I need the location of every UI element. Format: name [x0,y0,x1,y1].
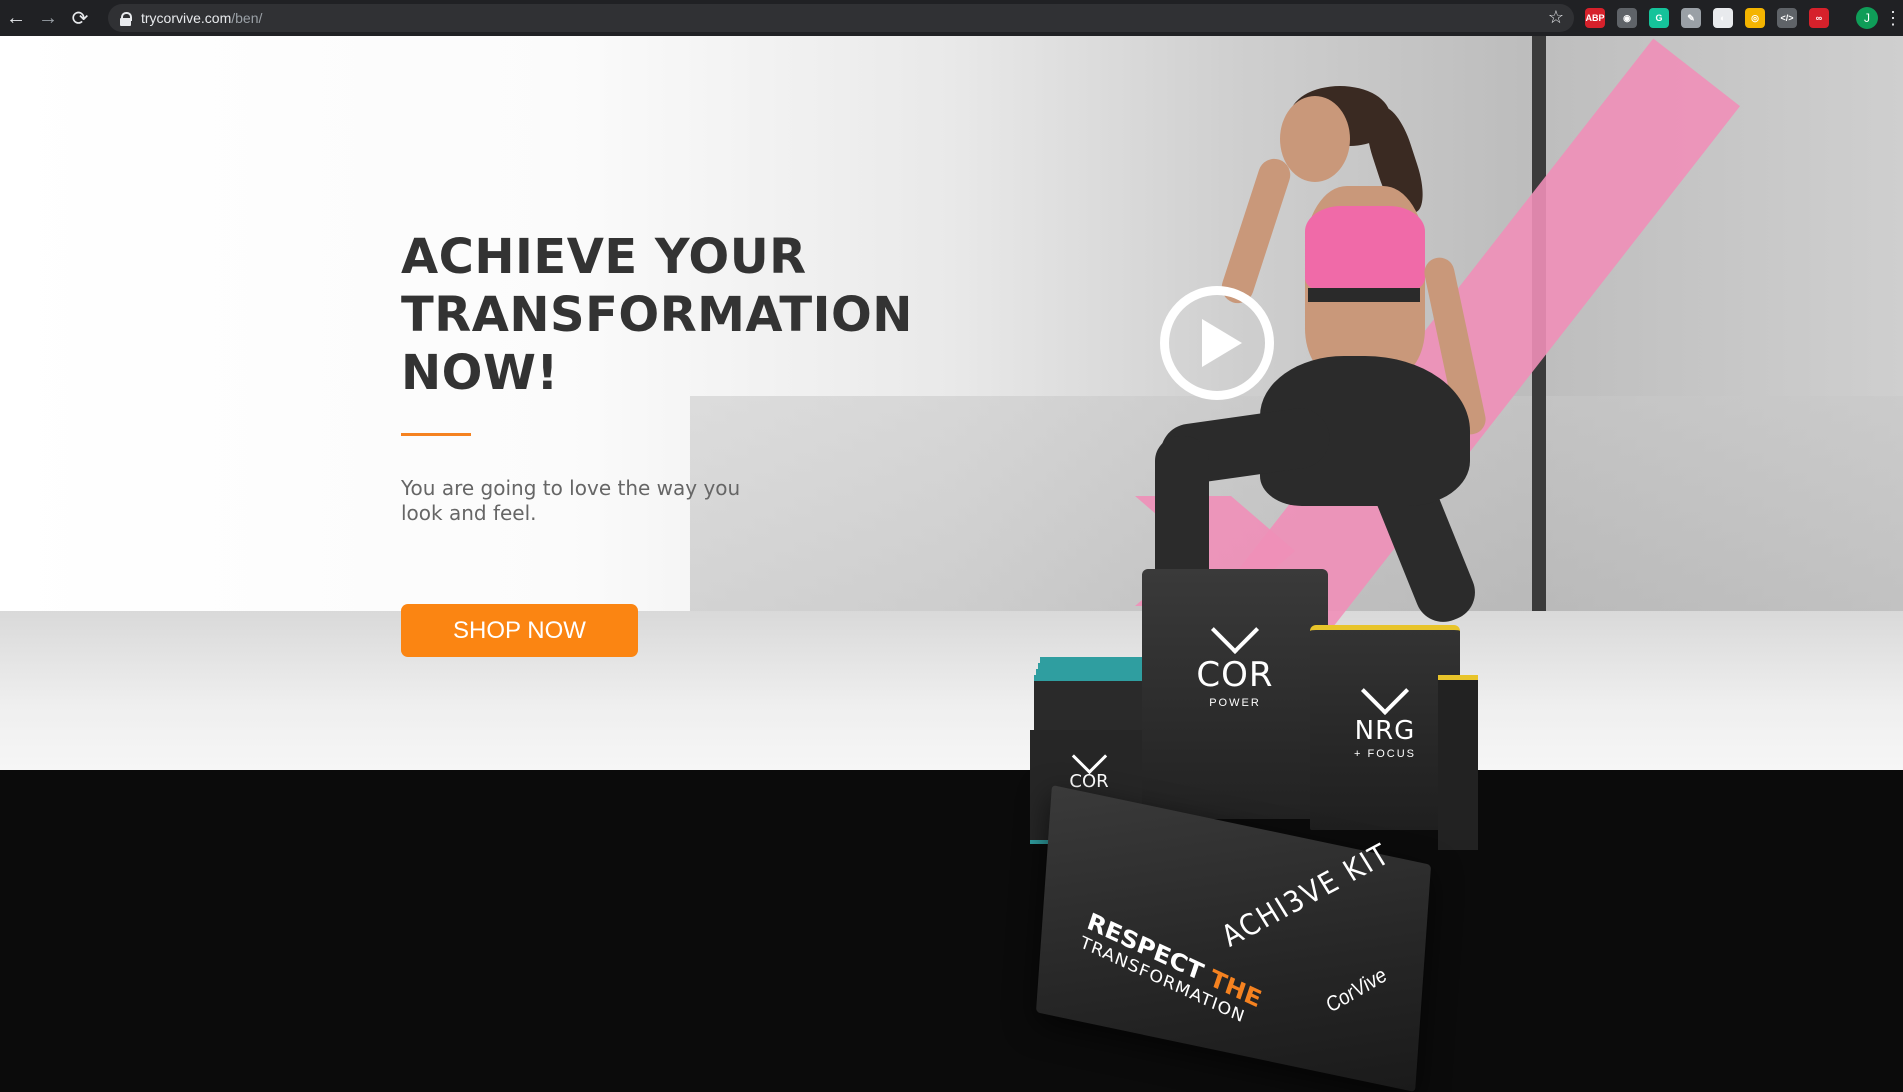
achieve-kit-box: ACHI3VE KIT RESPECT THE TRANSFORMATION Co… [1035,785,1432,1092]
product-bundle-image: COR COR POWER NRG + FOCUS ACHI3VE KIT RE… [1030,565,1480,1092]
extensions-bar: ABP ◉ G ✎ ◐ ◎ </> ∞ [1585,0,1829,36]
forward-icon[interactable]: → [32,0,64,36]
reload-icon[interactable]: ⟳ [64,0,96,36]
adblock-plus-icon[interactable]: ABP [1585,8,1605,28]
color-picker-icon[interactable]: ◐ [1713,8,1733,28]
chrome-ext-icon[interactable]: ◎ [1745,8,1765,28]
browser-menu-icon[interactable]: ⋮ [1884,0,1902,36]
corvive-logo-icon [1210,605,1260,655]
camera-icon[interactable]: ◉ [1617,8,1637,28]
url-text: trycorvive.com/ben/ [141,10,263,26]
hero-headline: ACHIEVE YOUR TRANSFORMATION NOW! [401,229,913,401]
corvive-logo-icon [1071,738,1107,775]
address-bar[interactable]: trycorvive.com/ben/ ☆ [108,4,1574,32]
back-icon[interactable]: ← [0,0,32,36]
code-icon[interactable]: </> [1777,8,1797,28]
play-icon [1202,319,1242,367]
shop-now-button[interactable]: SHOP NOW [401,604,638,657]
hero-subtext: You are going to love the way you look a… [401,476,741,525]
video-play-button[interactable] [1160,286,1274,400]
nrg-stick-pack [1438,675,1478,850]
pin-icon[interactable]: ✎ [1681,8,1701,28]
browser-toolbar: ← → ⟳ trycorvive.com/ben/ ☆ ABP ◉ G ✎ ◐ ◎ </> ∞… [0,0,1903,36]
headline-divider [401,433,471,436]
bookmark-star-icon[interactable]: ☆ [1548,7,1564,28]
hero-section: ACHIEVE YOUR TRANSFORMATION NOW! You are… [0,36,1903,770]
cor-power-bag: COR POWER [1142,569,1328,819]
lock-icon [120,11,132,26]
grammarly-icon[interactable]: G [1649,8,1669,28]
corvive-logo-icon [1360,666,1410,716]
background-floor [0,611,1903,770]
profile-avatar[interactable]: J [1856,7,1878,29]
lastpass-icon[interactable]: ∞ [1809,8,1829,28]
